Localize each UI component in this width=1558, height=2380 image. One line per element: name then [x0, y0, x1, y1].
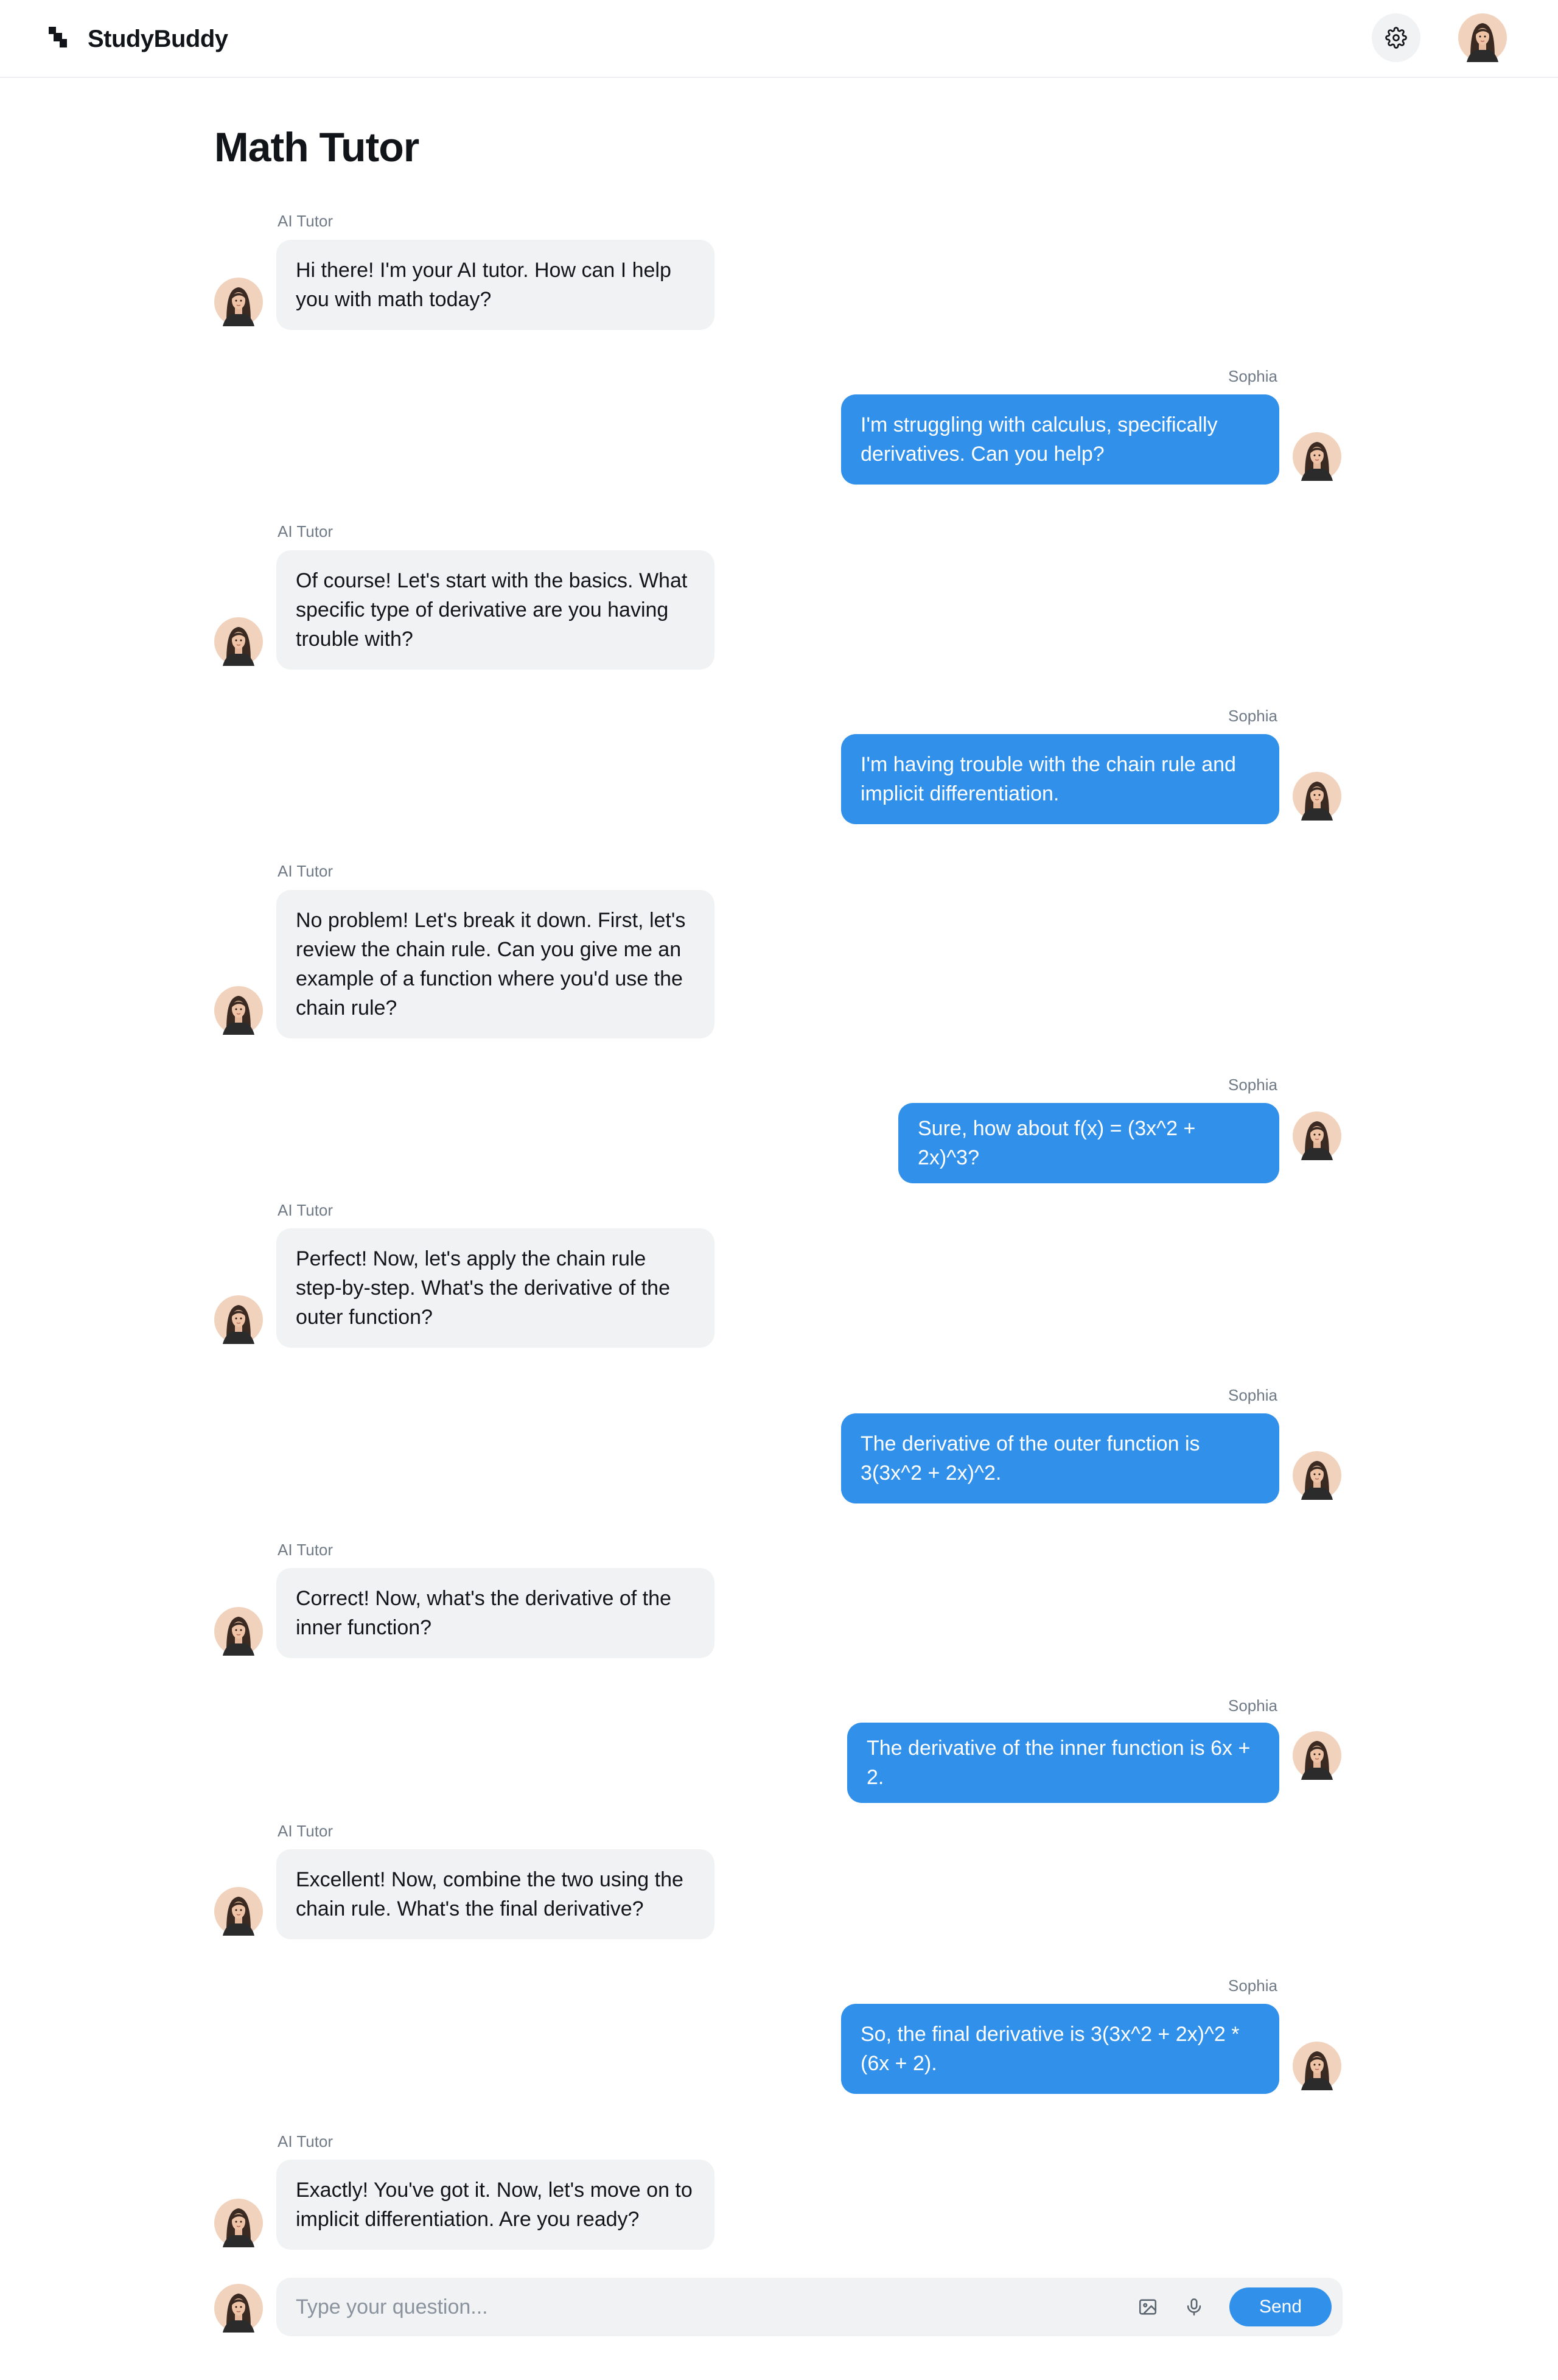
user-message-bubble: The derivative of the outer function is … — [841, 1413, 1279, 1503]
tutor-message-bubble: Perfect! Now, let's apply the chain rule… — [276, 1228, 714, 1348]
user-message-bubble: I'm struggling with calculus, specifical… — [841, 394, 1279, 485]
tutor-avatar — [214, 1607, 263, 1656]
message-sender: AI Tutor — [278, 522, 334, 541]
message-sender: AI Tutor — [278, 2132, 334, 2151]
gear-icon — [1385, 27, 1407, 49]
tutor-avatar — [214, 278, 263, 326]
message-sender: Sophia — [1228, 1696, 1277, 1715]
user-message-avatar — [1293, 2042, 1341, 2090]
message-sender: Sophia — [1228, 1076, 1277, 1094]
microphone-icon — [1187, 2298, 1201, 2316]
tutor-message-bubble: No problem! Let's break it down. First, … — [276, 890, 714, 1038]
tutor-avatar — [214, 617, 263, 666]
message-sender: AI Tutor — [278, 1201, 334, 1219]
app-name[interactable]: StudyBuddy — [88, 24, 228, 54]
message-sender: Sophia — [1228, 1976, 1277, 1995]
tutor-message-bubble: Correct! Now, what's the derivative of t… — [276, 1568, 714, 1658]
user-message-avatar — [1293, 1731, 1341, 1780]
user-message-avatar — [1293, 1111, 1341, 1160]
message-composer: Send — [276, 2278, 1343, 2336]
tutor-avatar — [214, 986, 263, 1035]
attach-image-button[interactable] — [1136, 2295, 1160, 2319]
user-message-bubble: So, the final derivative is 3(3x^2 + 2x)… — [841, 2004, 1279, 2094]
image-icon — [1139, 2299, 1157, 2315]
user-message-bubble: Sure, how about f(x) = (3x^2 + 2x)^3? — [898, 1103, 1279, 1183]
user-message-avatar — [1293, 1451, 1341, 1500]
message-sender: AI Tutor — [278, 1822, 334, 1840]
tutor-message-bubble: Exactly! You've got it. Now, let's move … — [276, 2160, 714, 2250]
page-title: Math Tutor — [214, 124, 419, 170]
tutor-avatar — [214, 2199, 263, 2247]
studybuddy-logo-icon[interactable] — [49, 27, 67, 47]
user-message-bubble: The derivative of the inner function is … — [847, 1723, 1279, 1803]
question-input[interactable] — [296, 2291, 1087, 2323]
message-sender: Sophia — [1228, 707, 1277, 725]
settings-button[interactable] — [1372, 13, 1420, 62]
message-sender: Sophia — [1228, 1386, 1277, 1404]
send-button[interactable]: Send — [1229, 2287, 1332, 2326]
tutor-avatar — [214, 1295, 263, 1344]
message-sender: AI Tutor — [278, 1541, 334, 1559]
user-message-bubble: I'm having trouble with the chain rule a… — [841, 734, 1279, 824]
user-avatar[interactable] — [1458, 13, 1507, 62]
tutor-message-bubble: Hi there! I'm your AI tutor. How can I h… — [276, 240, 714, 330]
tutor-message-bubble: Of course! Let's start with the basics. … — [276, 550, 714, 670]
voice-input-button[interactable] — [1182, 2295, 1206, 2319]
user-message-avatar — [1293, 772, 1341, 821]
message-sender: AI Tutor — [278, 212, 334, 230]
tutor-message-bubble: Excellent! Now, combine the two using th… — [276, 1849, 714, 1939]
composer-avatar — [214, 2284, 263, 2333]
message-sender: AI Tutor — [278, 862, 334, 880]
top-bar: StudyBuddy — [0, 0, 1558, 78]
tutor-avatar — [214, 1887, 263, 1936]
message-sender: Sophia — [1228, 367, 1277, 385]
user-message-avatar — [1293, 432, 1341, 481]
